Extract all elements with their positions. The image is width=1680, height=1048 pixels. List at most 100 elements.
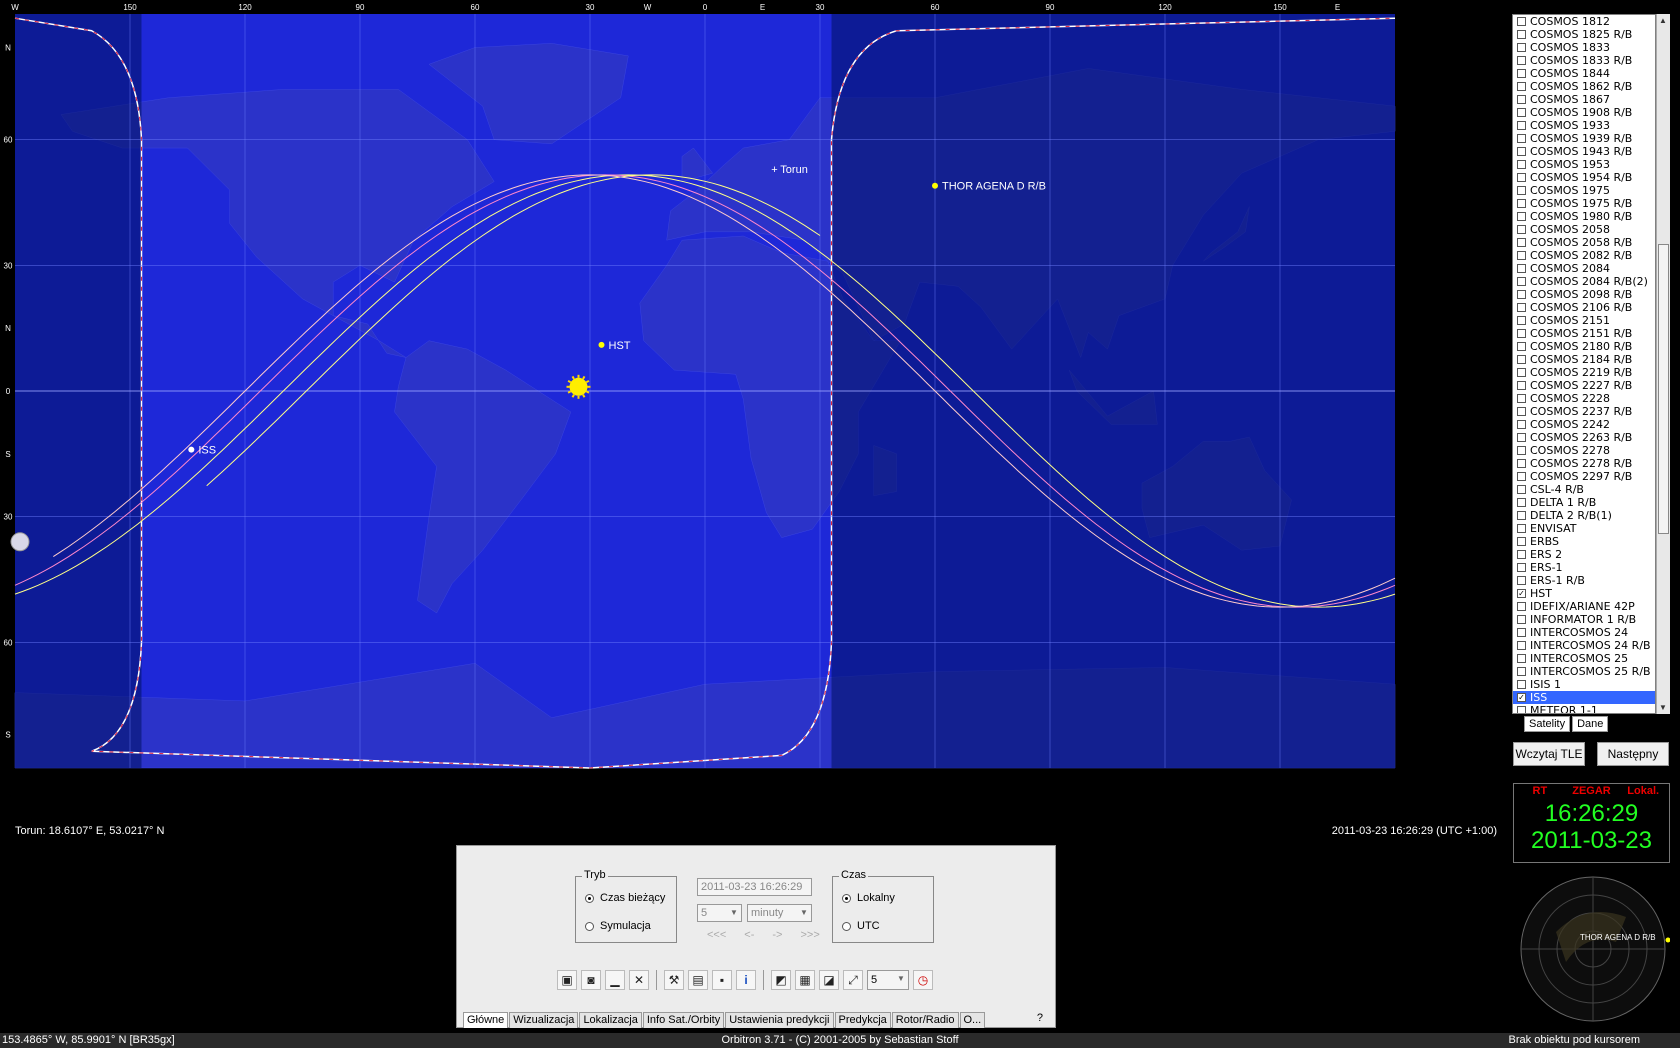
list-item[interactable]: COSMOS 2184 R/B bbox=[1513, 353, 1655, 366]
radio-simulation[interactable]: Symulacja bbox=[585, 920, 651, 932]
checkbox-icon[interactable] bbox=[1517, 654, 1526, 663]
list-item[interactable]: COSMOS 2106 R/B bbox=[1513, 301, 1655, 314]
checkbox-icon[interactable] bbox=[1517, 147, 1526, 156]
chevron-down-icon[interactable]: ▼ bbox=[798, 906, 810, 920]
list-item[interactable]: METEOR 1-1 bbox=[1513, 704, 1655, 713]
world-map-canvas[interactable]: W 150 120 90 60 30 W 0 E 30 60 90 120 150 E N 60 30 N 0 S 30 6… bbox=[0, 0, 1515, 838]
list-item[interactable]: COSMOS 1825 R/B bbox=[1513, 28, 1655, 41]
tab-sat-info[interactable]: Info Sat./Orbity bbox=[642, 1012, 725, 1028]
list-item[interactable]: INTERCOSMOS 24 bbox=[1513, 626, 1655, 639]
list-item[interactable]: IDEFIX/ARIANE 42P bbox=[1513, 600, 1655, 613]
checkbox-icon[interactable] bbox=[1517, 95, 1526, 104]
list-item[interactable]: ✓ HST bbox=[1513, 587, 1655, 600]
list-item[interactable]: COSMOS 1953 bbox=[1513, 158, 1655, 171]
nav-back[interactable]: <- bbox=[744, 929, 754, 941]
view-2-icon[interactable]: ▦ bbox=[795, 970, 815, 990]
list-item[interactable]: ERS 2 bbox=[1513, 548, 1655, 561]
checkbox-icon[interactable] bbox=[1517, 602, 1526, 611]
unit-select[interactable]: minuty ▼ bbox=[747, 904, 812, 922]
tab-prediction[interactable]: Predykcja bbox=[834, 1012, 891, 1028]
chevron-down-icon[interactable]: ▼ bbox=[895, 972, 907, 986]
list-item[interactable]: COSMOS 1908 R/B bbox=[1513, 106, 1655, 119]
list-item[interactable]: COSMOS 2219 R/B bbox=[1513, 366, 1655, 379]
list-item[interactable]: ERS-1 bbox=[1513, 561, 1655, 574]
radio-current-time[interactable]: Czas bieżący bbox=[585, 892, 665, 904]
checkbox-icon[interactable] bbox=[1517, 186, 1526, 195]
checkbox-icon[interactable] bbox=[1517, 381, 1526, 390]
list-item[interactable]: INTERCOSMOS 25 bbox=[1513, 652, 1655, 665]
list-item[interactable]: COSMOS 2084 bbox=[1513, 262, 1655, 275]
list-item[interactable]: COSMOS 1975 R/B bbox=[1513, 197, 1655, 210]
list-item[interactable]: COSMOS 2227 R/B bbox=[1513, 379, 1655, 392]
list-item[interactable]: COSMOS 1862 R/B bbox=[1513, 80, 1655, 93]
help-button[interactable]: ? bbox=[1037, 1012, 1043, 1024]
load-tle-button[interactable]: Wczytaj TLE bbox=[1513, 742, 1585, 766]
checkbox-icon[interactable] bbox=[1517, 680, 1526, 689]
list-item[interactable]: INTERCOSMOS 24 R/B bbox=[1513, 639, 1655, 652]
checkbox-icon[interactable] bbox=[1517, 56, 1526, 65]
checkbox-icon[interactable] bbox=[1517, 394, 1526, 403]
tab-visualization[interactable]: Wizualizacja bbox=[509, 1012, 579, 1028]
tab-satellites[interactable]: Satelity bbox=[1524, 716, 1571, 732]
clock-icon[interactable]: ◷ bbox=[913, 970, 933, 990]
checkbox-icon[interactable] bbox=[1517, 706, 1526, 713]
checkbox-icon[interactable] bbox=[1517, 524, 1526, 533]
checkbox-icon[interactable] bbox=[1517, 355, 1526, 364]
satellite-marker[interactable] bbox=[188, 446, 195, 453]
scroll-up-icon[interactable]: ▲ bbox=[1659, 16, 1667, 25]
checkbox-icon[interactable] bbox=[1517, 420, 1526, 429]
satellite-marker[interactable] bbox=[932, 182, 938, 189]
checkbox-checked-icon[interactable]: ✓ bbox=[1517, 589, 1526, 598]
scroll-down-icon[interactable]: ▼ bbox=[1659, 703, 1667, 712]
checkbox-icon[interactable] bbox=[1517, 134, 1526, 143]
checkbox-icon[interactable] bbox=[1517, 277, 1526, 286]
list-item[interactable]: COSMOS 2058 bbox=[1513, 223, 1655, 236]
checkbox-icon[interactable] bbox=[1517, 472, 1526, 481]
checkbox-icon[interactable] bbox=[1517, 212, 1526, 221]
checkbox-icon[interactable] bbox=[1517, 30, 1526, 39]
satellite-marker[interactable] bbox=[598, 341, 605, 348]
list-item[interactable]: COSMOS 2180 R/B bbox=[1513, 340, 1655, 353]
info-icon[interactable]: i bbox=[736, 970, 756, 990]
radio-off-icon[interactable] bbox=[585, 921, 594, 931]
minimize-icon[interactable]: ▁ bbox=[605, 970, 625, 990]
satellite-list-scrollbar[interactable]: ▲ ▼ bbox=[1656, 14, 1670, 714]
close-icon[interactable]: ✕ bbox=[629, 970, 649, 990]
checkbox-icon[interactable] bbox=[1517, 459, 1526, 468]
list-item[interactable]: COSMOS 2278 R/B bbox=[1513, 457, 1655, 470]
radio-off-icon[interactable] bbox=[842, 921, 851, 931]
list-item[interactable]: COSMOS 2084 R/B(2) bbox=[1513, 275, 1655, 288]
radar-view[interactable]: THOR AGENA D R/B bbox=[1516, 872, 1670, 1026]
list-item[interactable]: INTERCOSMOS 25 R/B bbox=[1513, 665, 1655, 678]
checkbox-icon[interactable] bbox=[1517, 329, 1526, 338]
checkbox-icon[interactable] bbox=[1517, 264, 1526, 273]
checkbox-icon[interactable] bbox=[1517, 498, 1526, 507]
checkbox-icon[interactable] bbox=[1517, 290, 1526, 299]
list-item[interactable]: COSMOS 1833 bbox=[1513, 41, 1655, 54]
step-select[interactable]: 5 ▼ bbox=[697, 904, 742, 922]
list-item[interactable]: COSMOS 2242 bbox=[1513, 418, 1655, 431]
list-item[interactable]: ERBS bbox=[1513, 535, 1655, 548]
list-item[interactable]: ERS-1 R/B bbox=[1513, 574, 1655, 587]
checkbox-icon[interactable] bbox=[1517, 69, 1526, 78]
checkbox-icon[interactable] bbox=[1517, 641, 1526, 650]
list-item[interactable]: COSMOS 2263 R/B bbox=[1513, 431, 1655, 444]
list-item[interactable]: COSMOS 2058 R/B bbox=[1513, 236, 1655, 249]
list-item[interactable]: COSMOS 2151 bbox=[1513, 314, 1655, 327]
nav-forward[interactable]: -> bbox=[772, 929, 782, 941]
list-item[interactable]: COSMOS 2278 bbox=[1513, 444, 1655, 457]
checkbox-icon[interactable] bbox=[1517, 446, 1526, 455]
checkbox-checked-icon[interactable]: ✓ bbox=[1517, 693, 1526, 702]
checkbox-icon[interactable] bbox=[1517, 238, 1526, 247]
tools-icon[interactable]: ⚒ bbox=[664, 970, 684, 990]
next-button[interactable]: Następny bbox=[1597, 742, 1669, 766]
checkbox-icon[interactable] bbox=[1517, 303, 1526, 312]
radio-on-icon[interactable] bbox=[842, 893, 851, 903]
checkbox-icon[interactable] bbox=[1517, 368, 1526, 377]
list-item[interactable]: COSMOS 1844 bbox=[1513, 67, 1655, 80]
scroll-thumb[interactable] bbox=[1658, 244, 1669, 534]
list-item[interactable]: ✓ ISS bbox=[1513, 691, 1655, 704]
checkbox-icon[interactable] bbox=[1517, 615, 1526, 624]
list-item[interactable]: COSMOS 2151 R/B bbox=[1513, 327, 1655, 340]
list-item[interactable]: COSMOS 1933 bbox=[1513, 119, 1655, 132]
